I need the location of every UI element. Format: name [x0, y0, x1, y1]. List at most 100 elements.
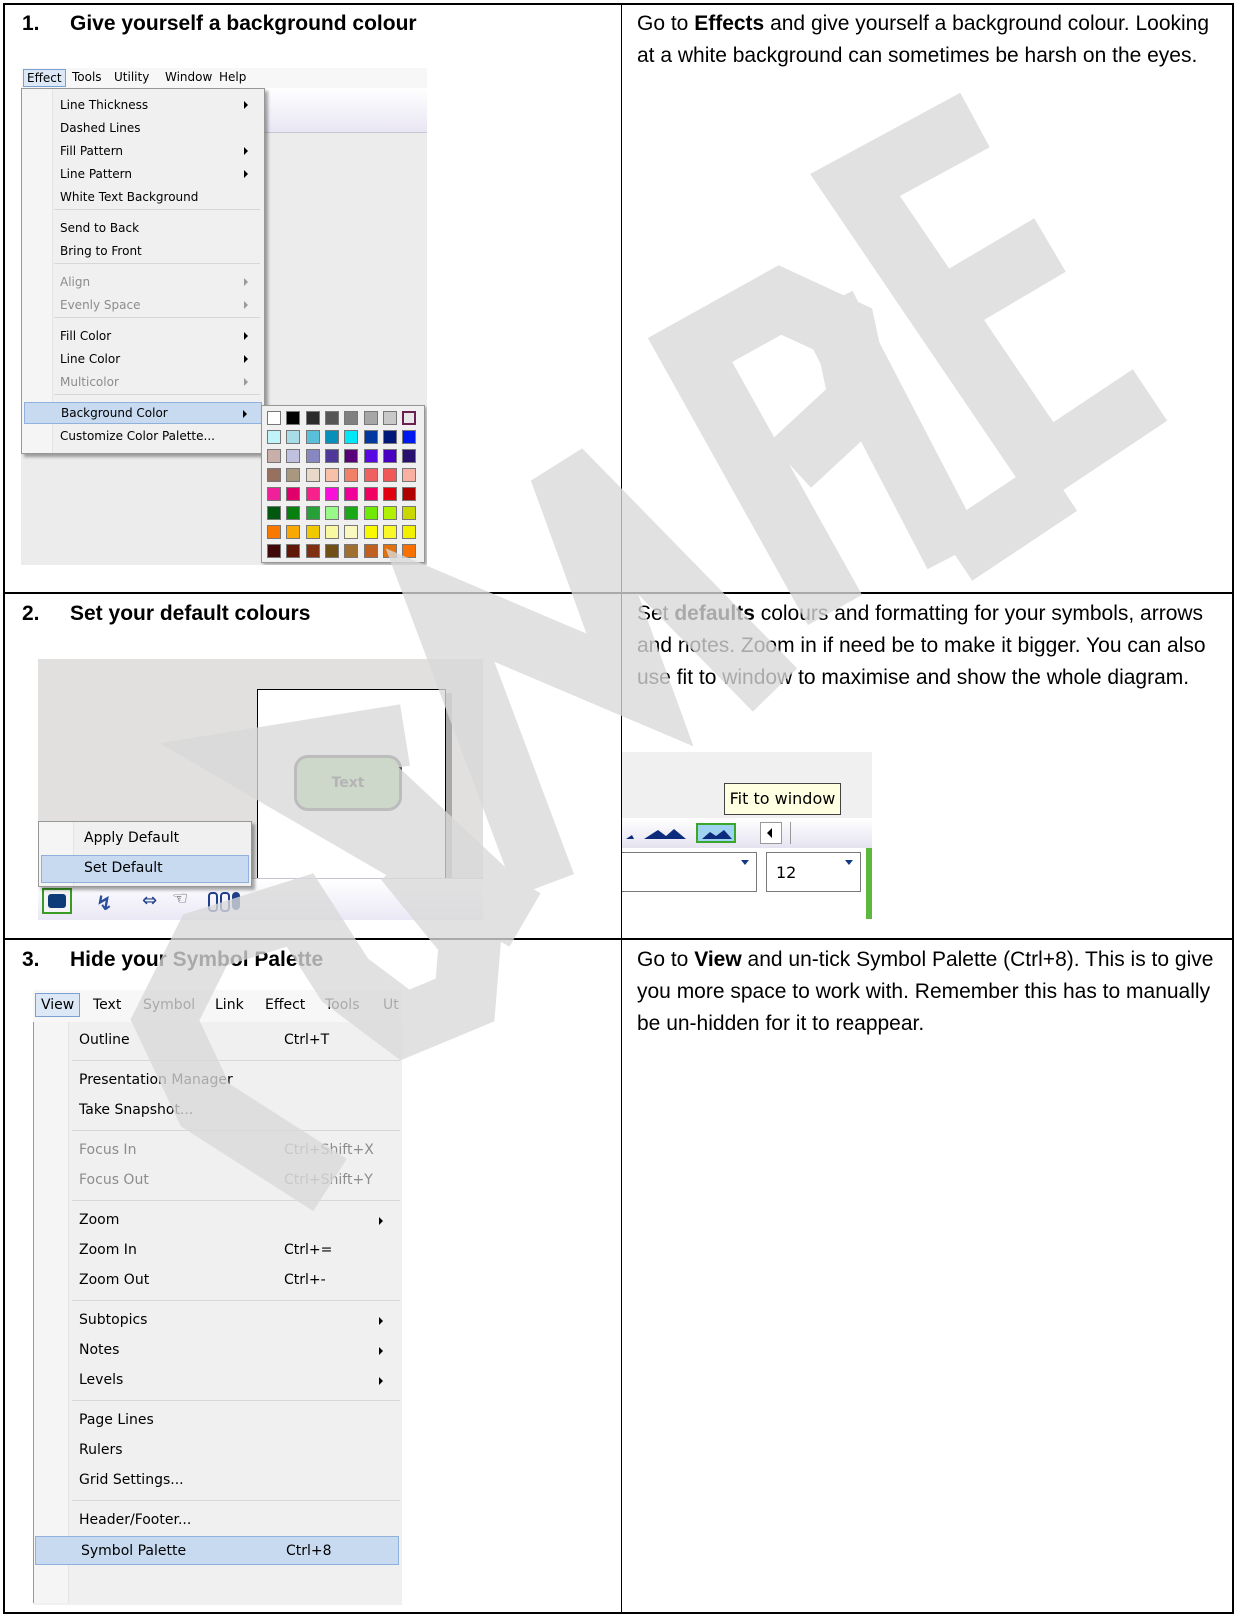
menu-item-outline[interactable]: Outline Ctrl+T: [34, 1026, 400, 1055]
color-swatch[interactable]: [267, 430, 281, 444]
color-swatch[interactable]: [267, 544, 281, 558]
color-swatch[interactable]: [363, 468, 378, 482]
color-swatch[interactable]: [267, 487, 281, 501]
menu-item-grid-settings[interactable]: Grid Settings...: [34, 1466, 400, 1495]
menubar-ut[interactable]: Ut: [383, 997, 399, 1013]
color-swatch[interactable]: [363, 487, 378, 501]
menubar-text[interactable]: Text: [93, 997, 121, 1013]
color-swatch[interactable]: [286, 487, 301, 501]
menu-item-subtopics[interactable]: Subtopics: [34, 1306, 400, 1335]
color-swatch[interactable]: [267, 506, 281, 520]
shape-icon[interactable]: [208, 892, 218, 912]
color-swatch[interactable]: [286, 430, 301, 444]
color-swatch[interactable]: [402, 506, 417, 520]
color-swatch[interactable]: [286, 468, 301, 482]
hand-icon[interactable]: ☜: [172, 888, 188, 909]
color-swatch[interactable]: [305, 449, 320, 463]
color-swatch[interactable]: [363, 544, 378, 558]
color-swatch[interactable]: [305, 506, 320, 520]
menu-item-fill-color[interactable]: Fill Color: [22, 325, 264, 347]
color-swatch[interactable]: [402, 449, 417, 463]
menu-item-page-lines[interactable]: Page Lines: [34, 1406, 400, 1435]
menu-item-zoom-out[interactable]: Zoom Out Ctrl+-: [34, 1266, 400, 1295]
color-swatch[interactable]: [324, 487, 339, 501]
menu-item-rulers[interactable]: Rulers: [34, 1436, 400, 1465]
color-swatch[interactable]: [267, 525, 281, 539]
menubar-view[interactable]: View: [35, 993, 81, 1017]
menu-item-line-thickness[interactable]: Line Thickness: [22, 94, 264, 116]
color-swatch[interactable]: [286, 525, 301, 539]
color-swatch[interactable]: [324, 430, 339, 444]
color-swatch[interactable]: [382, 544, 397, 558]
color-swatch[interactable]: [344, 449, 359, 463]
color-swatch[interactable]: [382, 430, 397, 444]
color-swatch[interactable]: [344, 544, 359, 558]
color-swatch[interactable]: [363, 506, 378, 520]
color-swatch[interactable]: [344, 506, 359, 520]
menubar-window[interactable]: Window: [162, 69, 215, 85]
color-swatch[interactable]: [267, 411, 281, 425]
menu-item-send-to-back[interactable]: Send to Back: [22, 217, 264, 239]
color-swatch[interactable]: [286, 544, 301, 558]
menu-item-dashed-lines[interactable]: Dashed Lines: [22, 117, 264, 139]
color-swatch[interactable]: [344, 525, 359, 539]
color-swatch[interactable]: [324, 525, 339, 539]
move-icon[interactable]: ⇔: [142, 890, 157, 911]
color-swatch[interactable]: [382, 449, 397, 463]
color-swatch[interactable]: [344, 430, 359, 444]
color-swatch[interactable]: [344, 411, 359, 425]
color-swatch[interactable]: [363, 525, 378, 539]
menubar-effect[interactable]: Effect: [265, 997, 305, 1013]
menu-item-take-snapshot[interactable]: Take Snapshot...: [34, 1096, 400, 1125]
color-swatch[interactable]: [267, 449, 281, 463]
color-swatch[interactable]: [363, 430, 378, 444]
shape-icon[interactable]: [220, 892, 230, 912]
menubar-link[interactable]: Link: [215, 997, 244, 1013]
color-swatch[interactable]: [324, 544, 339, 558]
menu-item-set-default[interactable]: Set Default: [41, 855, 249, 883]
font-name-select[interactable]: [622, 852, 757, 892]
font-size-select[interactable]: 12: [766, 852, 861, 892]
color-swatch[interactable]: [305, 468, 320, 482]
color-swatch[interactable]: [305, 544, 320, 558]
menu-item-line-pattern[interactable]: Line Pattern: [22, 163, 264, 185]
color-swatch[interactable]: [324, 411, 339, 425]
menu-item-line-color[interactable]: Line Color: [22, 348, 264, 370]
color-swatch[interactable]: [324, 468, 339, 482]
link-icon[interactable]: ↯: [96, 891, 113, 915]
color-swatch[interactable]: [363, 449, 378, 463]
color-swatch[interactable]: [382, 506, 397, 520]
color-swatch[interactable]: [402, 411, 417, 425]
color-swatch[interactable]: [305, 430, 320, 444]
color-swatch[interactable]: [402, 544, 417, 558]
scroll-left-button[interactable]: [760, 822, 782, 844]
menu-item-symbol-palette[interactable]: Symbol Palette Ctrl+8: [35, 1536, 399, 1565]
color-swatch[interactable]: [382, 487, 397, 501]
menu-item-zoom[interactable]: Zoom: [34, 1206, 400, 1235]
color-swatch[interactable]: [402, 525, 417, 539]
menu-item-levels[interactable]: Levels: [34, 1366, 400, 1395]
fit-to-window-button[interactable]: [696, 823, 736, 843]
color-swatch[interactable]: [402, 487, 417, 501]
menubar-help[interactable]: Help: [216, 69, 249, 85]
color-swatch[interactable]: [305, 487, 320, 501]
menu-item-header-footer[interactable]: Header/Footer...: [34, 1506, 400, 1535]
menu-item-fill-pattern[interactable]: Fill Pattern: [22, 140, 264, 162]
color-swatch[interactable]: [344, 468, 359, 482]
color-swatch[interactable]: [267, 468, 281, 482]
color-swatch[interactable]: [324, 449, 339, 463]
color-swatch[interactable]: [286, 506, 301, 520]
menu-item-apply-default[interactable]: Apply Default: [39, 825, 251, 853]
menu-item-background-color[interactable]: Background Color: [24, 402, 262, 424]
menubar-tools[interactable]: Tools: [325, 997, 360, 1013]
menu-item-zoom-in[interactable]: Zoom In Ctrl+=: [34, 1236, 400, 1265]
menubar-symbol[interactable]: Symbol: [143, 997, 195, 1013]
menubar-utility[interactable]: Utility: [111, 69, 152, 85]
color-swatch[interactable]: [382, 525, 397, 539]
color-swatch[interactable]: [305, 525, 320, 539]
default-shape[interactable]: Text: [294, 755, 402, 811]
menu-item-customize-color-palette[interactable]: Customize Color Palette...: [22, 425, 264, 447]
color-swatch[interactable]: [402, 430, 417, 444]
shape-icon[interactable]: [232, 892, 240, 910]
defaults-button[interactable]: [42, 888, 72, 914]
